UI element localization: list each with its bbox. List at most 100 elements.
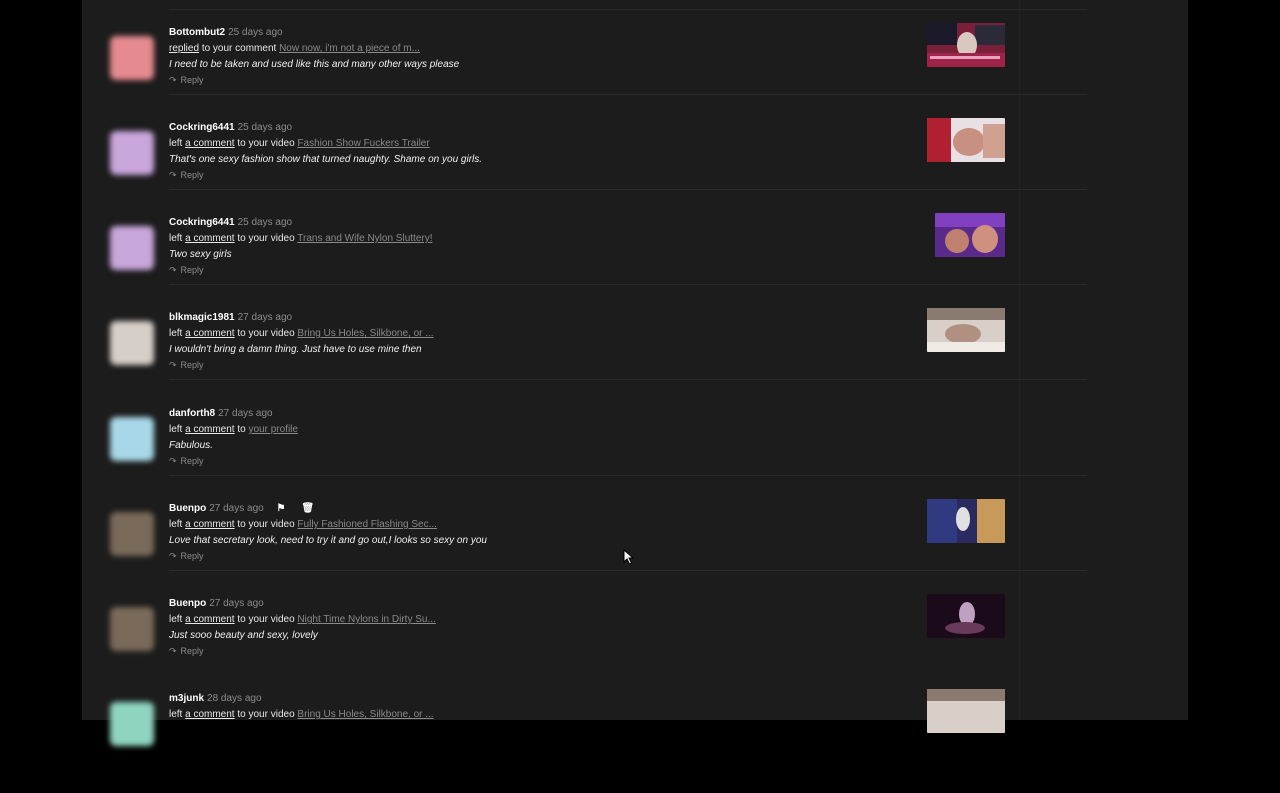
timestamp: 27 days ago [209, 503, 264, 514]
activity-line: left a comment to your video Fashion Sho… [169, 138, 430, 149]
comment-item: Buenpo 27 days ago left a comment to your… [82, 594, 1188, 698]
replied-link[interactable]: replied [169, 43, 199, 54]
trash-icon[interactable]: 🗑 [301, 503, 314, 514]
activity-prefix: left [169, 709, 183, 720]
target-link[interactable]: Now now, i'm not a piece of m... [279, 43, 420, 54]
comment-text: Fabulous. [169, 440, 213, 451]
avatar[interactable] [110, 226, 154, 270]
activity-text: to your video [237, 328, 295, 339]
timestamp: 25 days ago [237, 217, 293, 228]
username-link[interactable]: m3junk [169, 693, 204, 704]
avatar[interactable] [110, 131, 154, 175]
reply-arrow-icon: ↷ [169, 360, 177, 370]
username-link[interactable]: blkmagic1981 [169, 312, 235, 323]
activity-text: to your video [237, 138, 295, 149]
target-link[interactable]: Bring Us Holes, Silkbone, or ... [297, 328, 433, 339]
comment-item: Cockring6441 25 days ago left a comment t… [82, 213, 1188, 317]
activity-text: to your video [237, 233, 295, 244]
activity-text: to your video [237, 709, 295, 720]
profile-link[interactable]: your profile [249, 424, 298, 435]
avatar[interactable] [110, 321, 154, 365]
divider [169, 379, 1087, 380]
username-link[interactable]: Buenpo [169, 598, 206, 609]
reply-label: Reply [180, 360, 204, 370]
comment-text: Love that secretary look, need to try it… [169, 535, 487, 546]
video-thumbnail[interactable] [927, 689, 1005, 733]
divider [169, 94, 1087, 95]
comment-link[interactable]: a comment [185, 614, 234, 625]
thumbnail-image [927, 118, 1005, 162]
comment-item: Bottombut2 25 days ago replied to your co… [82, 23, 1188, 127]
activity-prefix: left [169, 614, 183, 625]
target-link[interactable]: Fully Fashioned Flashing Sec... [297, 519, 437, 530]
activity-text: to your video [237, 519, 295, 530]
comment-link[interactable]: a comment [185, 519, 234, 530]
avatar[interactable] [110, 417, 154, 461]
username-link[interactable]: Cockring6441 [169, 217, 235, 228]
video-thumbnail[interactable] [935, 213, 1005, 257]
avatar[interactable] [110, 36, 154, 80]
target-link[interactable]: Bring Us Holes, Silkbone, or ... [297, 709, 433, 720]
divider [169, 284, 1087, 285]
divider [169, 570, 1087, 571]
reply-arrow-icon: ↷ [169, 265, 177, 275]
activity-prefix: left [169, 233, 183, 244]
username-link[interactable]: Bottombut2 [169, 27, 225, 38]
reply-label: Reply [180, 551, 204, 561]
avatar[interactable] [110, 607, 154, 651]
thumbnail-image [927, 23, 1005, 67]
username-link[interactable]: Cockring6441 [169, 122, 235, 133]
comment-item: danforth8 27 days ago left a comment to y… [82, 408, 1188, 508]
avatar[interactable] [110, 512, 154, 556]
timestamp: 27 days ago [237, 312, 293, 323]
comment-item: blkmagic1981 27 days ago left a comment t… [82, 308, 1188, 412]
reply-arrow-icon: ↷ [169, 170, 177, 180]
comment-link[interactable]: a comment [185, 709, 234, 720]
reply-arrow-icon: ↷ [169, 75, 177, 85]
comment-text: Two sexy girls [169, 249, 232, 260]
avatar[interactable] [110, 702, 154, 746]
video-thumbnail[interactable] [927, 308, 1005, 352]
reply-label: Reply [180, 170, 204, 180]
comment-text: I wouldn't bring a damn thing. Just have… [169, 344, 422, 355]
video-thumbnail[interactable] [927, 594, 1005, 638]
flag-icon[interactable]: ⚑ [277, 503, 286, 514]
activity-text: to your comment [201, 43, 277, 54]
comment-link[interactable]: a comment [185, 328, 234, 339]
reply-arrow-icon: ↷ [169, 646, 177, 656]
timestamp: 28 days ago [207, 693, 262, 704]
target-link[interactable]: Night Time Nylons in Dirty Su... [297, 614, 435, 625]
comment-item: Buenpo 27 days ago ⚑ 🗑 left a comment to y… [82, 499, 1188, 603]
reply-button[interactable]: ↷ Reply [169, 360, 204, 371]
reply-button[interactable]: ↷ Reply [169, 265, 204, 276]
comment-link[interactable]: a comment [185, 233, 234, 244]
activity-line: left a comment to your video Bring Us Ho… [169, 328, 434, 339]
timestamp: 25 days ago [228, 27, 283, 38]
target-link[interactable]: Fashion Show Fuckers Trailer [297, 138, 429, 149]
reply-button[interactable]: ↷ Reply [169, 456, 204, 467]
video-thumbnail[interactable] [927, 499, 1005, 543]
activity-text: to [237, 424, 246, 435]
comment-text: I need to be taken and used like this an… [169, 59, 460, 70]
reply-button[interactable]: ↷ Reply [169, 75, 204, 86]
username-link[interactable]: danforth8 [169, 408, 215, 419]
reply-label: Reply [180, 75, 204, 85]
thumbnail-image [927, 308, 1005, 352]
reply-button[interactable]: ↷ Reply [169, 551, 204, 562]
timestamp: 27 days ago [218, 408, 273, 419]
activity-line: left a comment to your video Fully Fashi… [169, 519, 437, 530]
video-thumbnail[interactable] [927, 23, 1005, 67]
activity-line: left a comment to your video Bring Us Ho… [169, 709, 434, 720]
username-link[interactable]: Buenpo [169, 503, 206, 514]
reply-button[interactable]: ↷ Reply [169, 646, 204, 657]
mouse-cursor-icon [623, 549, 635, 565]
video-thumbnail[interactable] [927, 118, 1005, 162]
reply-button[interactable]: ↷ Reply [169, 170, 204, 181]
target-link[interactable]: Trans and Wife Nylon Sluttery! [297, 233, 432, 244]
comment-link[interactable]: a comment [185, 138, 234, 149]
activity-line: left a comment to your video Night Time … [169, 614, 436, 625]
comment-link[interactable]: a comment [185, 424, 234, 435]
reply-label: Reply [180, 646, 204, 656]
activity-prefix: left [169, 328, 183, 339]
timestamp: 27 days ago [209, 598, 264, 609]
